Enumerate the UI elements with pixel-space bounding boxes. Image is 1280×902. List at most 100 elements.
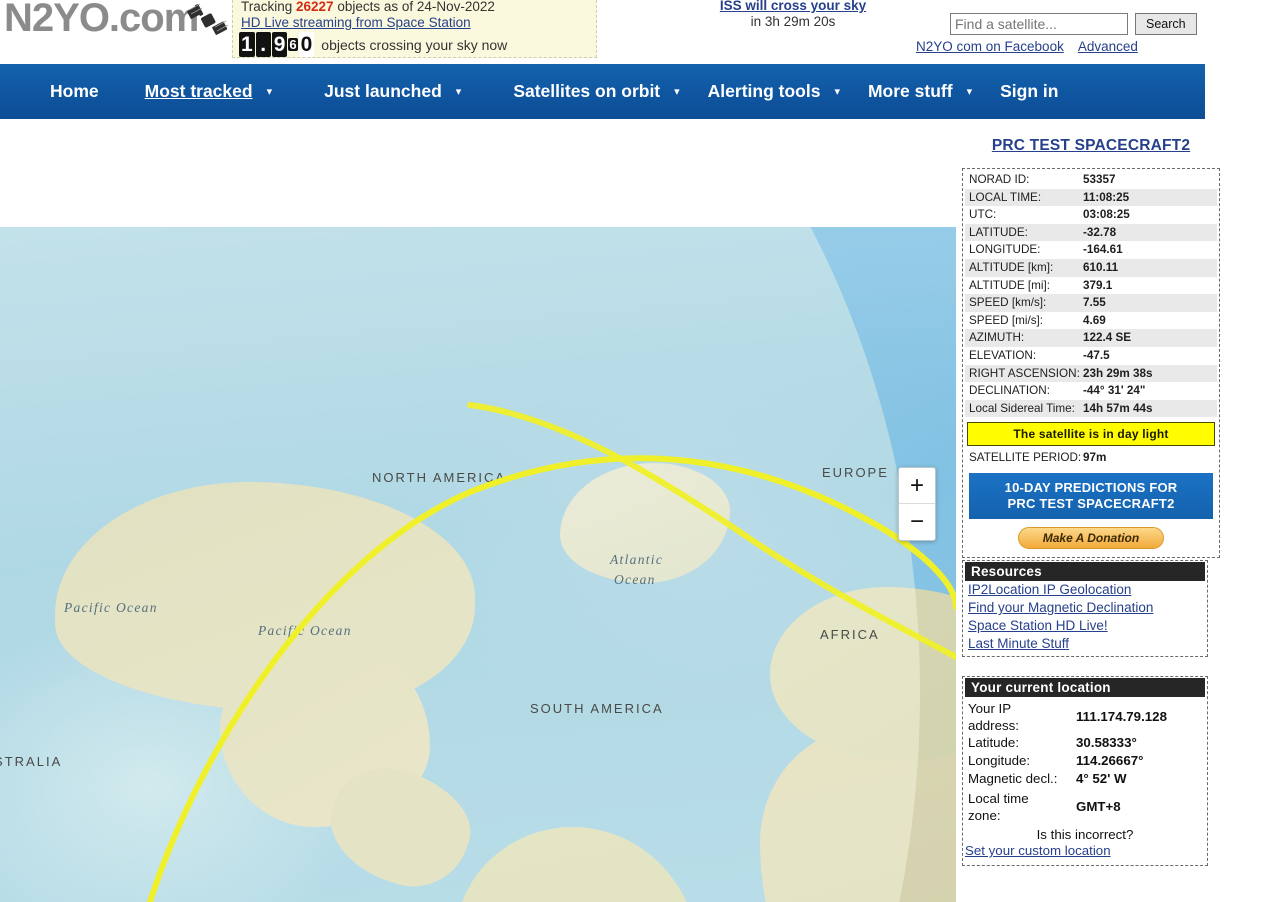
nav-item-most-tracked[interactable]: Most tracked [145, 81, 253, 102]
nav-item-home[interactable]: Home [50, 81, 99, 102]
table-row: ALTITUDE [km]: 610.11 [965, 258, 1217, 277]
counter-digit: . [255, 32, 271, 57]
tracking-suffix: objects as of 24-Nov-2022 [333, 0, 495, 14]
location-heading: Your current location [965, 678, 1205, 697]
row-key: Local Sidereal Time: [969, 401, 1075, 415]
table-row: SPEED [km/s]: 7.55 [965, 294, 1217, 312]
row-key: LONGITUDE: [969, 243, 1041, 257]
row-key: AZIMUTH: [969, 331, 1025, 345]
resource-link-space-station-hd[interactable]: Space Station HD Live! [965, 617, 1205, 635]
row-value: 03:08:25 [1083, 208, 1130, 222]
counter-digit: 9 [271, 32, 288, 57]
daylight-terminator-overlay [0, 227, 920, 902]
location-row: Longitude: 114.26667° [965, 752, 1205, 770]
location-row: Local time zone: GMT+8 [965, 788, 1205, 824]
site-logo[interactable]: N2YO.com [4, 0, 199, 41]
map-label-australia: AUSTRALIA [0, 754, 63, 769]
row-value: 7.55 [1083, 296, 1106, 310]
map-label-pacific-ocean: Pacific Ocean [64, 600, 158, 615]
row-key: Your IP address: [968, 701, 1019, 733]
row-key: DECLINATION: [969, 384, 1050, 398]
row-key: UTC: [969, 208, 997, 222]
search-button[interactable]: Search [1135, 13, 1197, 35]
chevron-down-icon[interactable]: ▾ [674, 85, 680, 98]
predictions-line-2: PRC TEST SPACECRAFT2 [1007, 495, 1175, 511]
row-key: RIGHT ASCENSION: [969, 366, 1080, 380]
chevron-down-icon[interactable]: ▾ [967, 85, 973, 98]
iss-pass-countdown: in 3h 29m 20s [750, 14, 836, 29]
world-map[interactable]: NORTH AMERICA SOUTH AMERICA EUROPE AFRIC… [0, 227, 956, 902]
zoom-out-button[interactable]: − [899, 504, 935, 540]
map-label-africa: AFRICA [820, 627, 880, 642]
main-navigation: Home Most tracked ▾ Just launched ▾ Sate… [0, 64, 1205, 119]
table-row: AZIMUTH: 122.4 SE [965, 329, 1217, 347]
row-value: 97m [1083, 451, 1107, 465]
map-label-europe: EUROPE [822, 465, 889, 480]
nav-item-more-stuff[interactable]: More stuff [868, 81, 953, 102]
map-label-atlantic-ocean: Atlantic [610, 552, 664, 567]
satellite-icon [187, 3, 229, 35]
daylight-status-badge: The satellite is in day light [967, 422, 1215, 447]
row-key: SPEED [mi/s]: [969, 313, 1044, 327]
location-row: Your IP address: 111.174.79.128 [965, 697, 1205, 734]
location-row: Magnetic decl.: 4° 52' W [965, 770, 1205, 788]
chevron-down-icon[interactable]: ▾ [456, 85, 462, 98]
map-label-south-america: SOUTH AMERICA [530, 701, 664, 716]
table-row: LATITUDE: -32.78 [965, 223, 1217, 242]
advanced-search-link[interactable]: Advanced [1078, 39, 1138, 54]
nav-item-satellites-on-orbit[interactable]: Satellites on orbit [513, 81, 660, 102]
current-location-panel: Your current location Your IP address: 11… [962, 676, 1208, 866]
nav-item-alerting-tools[interactable]: Alerting tools [708, 81, 821, 102]
hd-live-stream-link[interactable]: HD Live streaming from Space Station [241, 15, 471, 30]
row-key: LOCAL TIME: [969, 190, 1042, 204]
row-key: Local time zone: [968, 791, 1029, 823]
iss-pass-link[interactable]: ISS will cross your sky [720, 0, 866, 13]
header-sub-links: N2YO com on Facebook Advanced [916, 39, 1138, 54]
resources-panel: Resources IP2Location IP Geolocation Fin… [962, 560, 1208, 657]
nav-item-just-launched[interactable]: Just launched [324, 81, 442, 102]
satellite-period-row: SATELLITE PERIOD: 97m [965, 449, 1217, 467]
nav-item-sign-in[interactable]: Sign in [1000, 81, 1058, 102]
sky-objects-counter: 1 . 9 6 0 objects crossing your sky now [239, 32, 507, 57]
row-value: 111.174.79.128 [1076, 709, 1167, 724]
row-value: -32.78 [1083, 225, 1117, 239]
row-value: 610.11 [1083, 260, 1119, 274]
facebook-link[interactable]: N2YO com on Facebook [916, 39, 1064, 54]
row-value: 114.26667° [1076, 753, 1144, 768]
resource-link-ip2location[interactable]: IP2Location IP Geolocation [965, 581, 1205, 599]
row-value: -164.61 [1083, 243, 1123, 257]
table-row: LONGITUDE: -164.61 [965, 241, 1217, 259]
row-value: 4° 52' W [1076, 771, 1127, 786]
row-value: -47.5 [1083, 348, 1110, 362]
chevron-down-icon[interactable]: ▾ [267, 85, 273, 98]
map-label-north-america: NORTH AMERICA [372, 470, 507, 485]
resource-link-last-minute-stuff[interactable]: Last Minute Stuff [965, 635, 1205, 653]
row-key: Latitude: [968, 735, 1020, 750]
resource-link-magnetic-declination[interactable]: Find your Magnetic Declination [965, 599, 1205, 617]
satellite-data-panel: NORAD ID: 53357 LOCAL TIME: 11:08:25 UTC: 0… [962, 168, 1220, 558]
zoom-in-button[interactable]: + [899, 468, 935, 504]
table-row: ALTITUDE [mi]: 379.1 [965, 277, 1217, 295]
row-key: NORAD ID: [969, 173, 1030, 186]
make-a-donation-button[interactable]: Make A Donation [1018, 526, 1164, 549]
counter-caption: objects crossing your sky now [321, 36, 508, 53]
ten-day-predictions-button[interactable]: 10-DAY PREDICTIONS FOR PRC TEST SPACECRA… [969, 472, 1213, 519]
row-value: 30.58333° [1076, 735, 1137, 750]
row-key: ELEVATION: [969, 348, 1037, 362]
set-custom-location-link[interactable]: Set your custom location [965, 843, 1111, 858]
counter-digit: 0 [298, 32, 315, 57]
chevron-down-icon[interactable]: ▾ [834, 85, 840, 98]
row-value: -44° 31' 24" [1083, 384, 1146, 398]
row-key: LATITUDE: [969, 225, 1028, 239]
table-row: DECLINATION: -44° 31' 24" [965, 382, 1217, 400]
table-row: UTC: 03:08:25 [965, 206, 1217, 224]
tracking-prefix: Tracking [241, 0, 297, 14]
row-value: 4.69 [1083, 313, 1106, 327]
table-row: ELEVATION: -47.5 [965, 347, 1217, 365]
row-key: Magnetic decl.: [968, 771, 1058, 786]
search-input[interactable] [950, 13, 1128, 35]
tracking-summary: Tracking 26227 objects as of 24-Nov-2022 [241, 0, 495, 14]
row-value: 23h 29m 38s [1083, 366, 1153, 380]
row-key: Longitude: [968, 753, 1031, 768]
satellite-title-link[interactable]: PRC TEST SPACECRAFT2 [962, 137, 1220, 155]
